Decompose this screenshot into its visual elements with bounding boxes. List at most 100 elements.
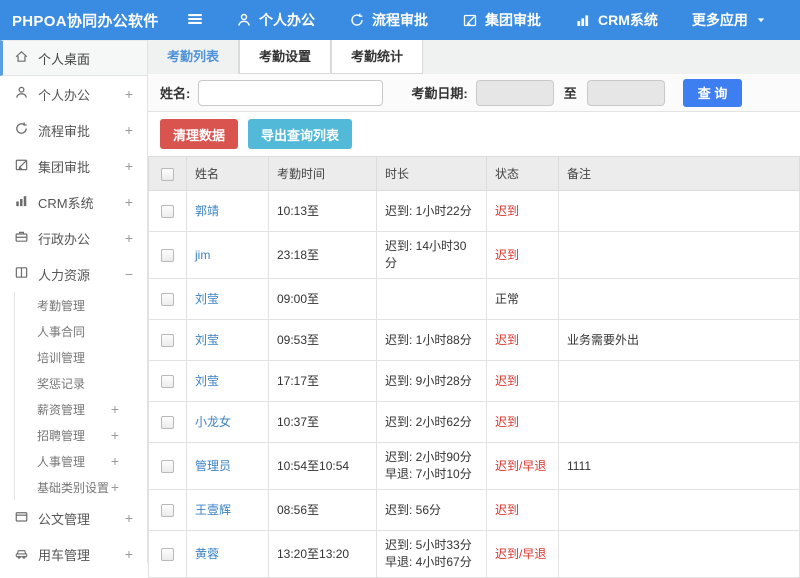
nav-item-personal-office[interactable]: 个人办公 <box>236 10 315 30</box>
date-end-input[interactable] <box>586 79 665 106</box>
duration-line: 迟到: 14小时30分 <box>385 239 467 270</box>
sidebar-subitem-salary-management[interactable]: 薪资管理 + <box>15 396 147 422</box>
employee-name-link[interactable]: 刘莹 <box>195 333 219 347</box>
nav-item-more-apps[interactable]: 更多应用 <box>692 10 767 30</box>
row-checkbox[interactable] <box>161 374 174 388</box>
name-cell: jim <box>186 231 269 279</box>
column-header: 姓名 <box>186 156 269 191</box>
attendance-time-cell: 13:20至13:20 <box>268 530 377 578</box>
sidebar-subitem-label: 薪资管理 <box>37 402 86 417</box>
edit-icon <box>14 157 38 175</box>
employee-name-link[interactable]: 郭靖 <box>195 204 219 218</box>
sidebar-subitem-recruitment-management[interactable]: 招聘管理 + <box>15 422 147 448</box>
sidebar-item-group-approval[interactable]: 集团审批 + <box>0 148 147 184</box>
note-cell <box>558 278 800 320</box>
sidebar-subitem-personnel-management[interactable]: 人事管理 + <box>15 448 147 474</box>
doc-icon <box>14 509 38 527</box>
tab-attendance-settings[interactable]: 考勤设置 <box>239 40 332 74</box>
status-cell: 迟到/早退 <box>486 442 559 490</box>
status-cell: 迟到 <box>486 401 559 443</box>
nav-item-workflow-approval[interactable]: 流程审批 <box>349 10 428 30</box>
sidebar-item-admin-office[interactable]: 行政办公 + <box>0 220 147 256</box>
row-checkbox[interactable] <box>161 503 174 517</box>
row-checkbox[interactable] <box>161 204 174 218</box>
sidebar-item-crm-system[interactable]: CRM系统 + <box>0 184 147 220</box>
status-badge: 迟到/早退 <box>495 546 547 561</box>
sidebar-item-workflow-approval[interactable]: 流程审批 + <box>0 112 147 148</box>
sidebar-subitem-basic-category-settings[interactable]: 基础类别设置 + <box>15 474 147 500</box>
sidebar-item-vehicle-management[interactable]: 用车管理 + <box>0 536 147 563</box>
expander-icon[interactable]: + <box>125 122 133 138</box>
expander-icon[interactable]: + <box>111 401 119 417</box>
duration-cell: 迟到: 2小时62分 <box>376 401 487 443</box>
note-cell <box>558 231 800 279</box>
book-icon <box>14 265 38 283</box>
table-row: 刘莹 09:53至 迟到: 1小时88分 迟到 业务需要外出 <box>148 319 800 361</box>
employee-name-link[interactable]: 黄蓉 <box>195 547 219 561</box>
sidebar-item-personal-desktop[interactable]: 个人桌面 <box>0 40 147 76</box>
expander-icon[interactable]: + <box>111 453 119 469</box>
select-all-checkbox[interactable] <box>161 167 174 181</box>
sidebar-subitem-reward-punishment[interactable]: 奖惩记录 <box>15 370 147 396</box>
row-checkbox[interactable] <box>161 333 174 347</box>
row-checkbox-cell <box>148 530 187 578</box>
row-checkbox-cell <box>148 319 187 361</box>
name-cell: 郭靖 <box>186 190 269 232</box>
expander-icon[interactable]: + <box>111 427 119 443</box>
status-badge: 迟到 <box>495 247 520 262</box>
table-row: 管理员 10:54至10:54 迟到: 2小时90分 早退: 7小时10分 迟到/早退 1… <box>148 442 800 490</box>
name-cell: 管理员 <box>186 442 269 490</box>
expander-icon[interactable]: + <box>111 479 119 495</box>
tab-attendance-statistics[interactable]: 考勤统计 <box>331 40 424 74</box>
expander-icon[interactable]: + <box>125 546 133 562</box>
note-cell <box>558 489 800 531</box>
name-input[interactable] <box>198 79 384 106</box>
action-bar: 清理数据 导出查询列表 <box>148 112 800 156</box>
search-button[interactable]: 查 询 <box>682 78 743 107</box>
employee-name-link[interactable]: 管理员 <box>195 459 231 473</box>
duration-cell: 迟到: 2小时90分 早退: 7小时10分 <box>376 442 487 490</box>
caret-down-icon <box>755 14 767 26</box>
expander-icon[interactable]: + <box>125 158 133 174</box>
workflow-icon <box>14 121 38 139</box>
tab-attendance-list[interactable]: 考勤列表 <box>148 40 240 74</box>
row-checkbox[interactable] <box>161 459 174 473</box>
export-list-button[interactable]: 导出查询列表 <box>248 119 353 149</box>
nav-item-group-approval[interactable]: 集团审批 <box>462 10 541 30</box>
sidebar-item-label: 个人办公 <box>38 87 91 103</box>
nav-item-crm-system[interactable]: CRM系统 <box>575 10 658 30</box>
employee-name-link[interactable]: 小龙女 <box>195 415 231 429</box>
sidebar-item-personal-office[interactable]: 个人办公 + <box>0 76 147 112</box>
attendance-table: 姓名 考勤时间 时长 状态 备注 郭靖 10:13至 迟到: 1小时22分 迟到 jim 23:1… <box>148 156 800 578</box>
status-cell: 迟到/早退 <box>486 530 559 578</box>
expander-icon[interactable]: + <box>125 194 133 210</box>
sidebar-subitem-personnel-contract[interactable]: 人事合同 <box>15 318 147 344</box>
sidebar-subitem-attendance-management[interactable]: 考勤管理 <box>15 292 147 318</box>
date-start-input[interactable] <box>475 79 554 106</box>
menu-icon[interactable] <box>186 10 206 30</box>
status-badge: 迟到 <box>495 203 520 218</box>
row-checkbox[interactable] <box>161 547 174 561</box>
employee-name-link[interactable]: 刘莹 <box>195 374 219 388</box>
top-nav: 个人办公 流程审批 集团审批 CRM系统 更多应用 <box>236 10 767 30</box>
sidebar-item-document-management[interactable]: 公文管理 + <box>0 500 147 536</box>
workflow-icon <box>349 12 365 28</box>
sidebar-subitem-training-management[interactable]: 培训管理 <box>15 344 147 370</box>
employee-name-link[interactable]: 王壹辉 <box>195 503 231 517</box>
status-cell: 迟到 <box>486 231 559 279</box>
employee-name-link[interactable]: 刘莹 <box>195 292 219 306</box>
sidebar-item-human-resources[interactable]: 人力资源 − <box>0 256 147 292</box>
expander-icon[interactable]: − <box>125 266 133 282</box>
employee-name-link[interactable]: jim <box>195 248 210 262</box>
row-checkbox[interactable] <box>161 415 174 429</box>
clean-data-button[interactable]: 清理数据 <box>160 119 239 149</box>
expander-icon[interactable]: + <box>125 510 133 526</box>
expander-icon[interactable]: + <box>125 86 133 102</box>
expander-icon[interactable]: + <box>125 230 133 246</box>
note-cell: 业务需要外出 <box>558 319 800 361</box>
duration-line: 迟到: 2小时62分 <box>385 414 472 429</box>
header-checkbox-cell <box>148 156 187 191</box>
row-checkbox[interactable] <box>161 292 174 306</box>
status-cell: 正常 <box>486 278 559 320</box>
row-checkbox[interactable] <box>161 248 174 262</box>
